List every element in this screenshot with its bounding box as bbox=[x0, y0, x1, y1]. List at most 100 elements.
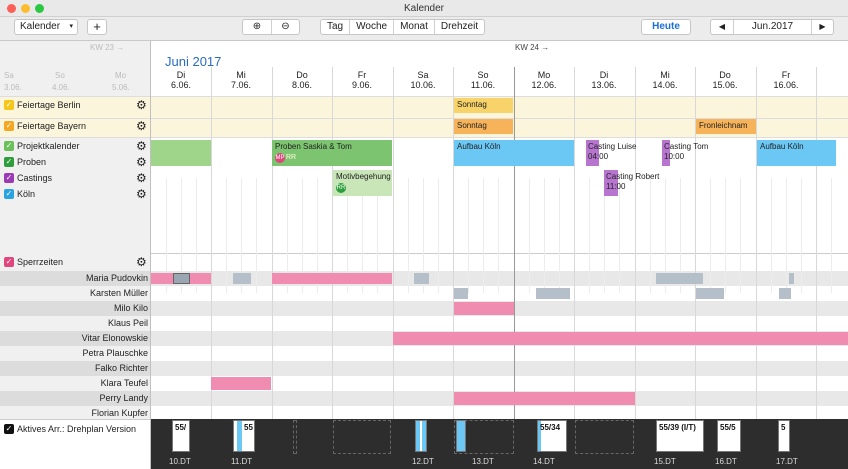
checkbox[interactable]: ✓ bbox=[4, 141, 14, 151]
blocked-time-bar[interactable] bbox=[211, 377, 271, 390]
checkbox[interactable]: ✓ bbox=[4, 189, 14, 199]
timeline-marker bbox=[293, 420, 297, 454]
calendar-label: Feiertage Berlin bbox=[17, 100, 81, 110]
gear-icon[interactable]: ⚙ bbox=[136, 118, 147, 134]
event-time: 11:00 bbox=[606, 182, 626, 191]
blocked-time-marker[interactable] bbox=[789, 273, 794, 284]
tab-month[interactable]: Monat bbox=[393, 20, 434, 34]
calendar-row-proben: ✓ Proben ⚙ bbox=[0, 154, 150, 170]
holiday-event[interactable]: Fronleichnam bbox=[696, 119, 756, 134]
blocked-time-bar[interactable] bbox=[272, 273, 392, 284]
day-header[interactable]: Mi 14.06. bbox=[635, 70, 695, 90]
rehearsal-event[interactable]: Proben Saskia & Tom MP RR bbox=[272, 140, 392, 166]
zoom-out-icon[interactable]: ⊖ bbox=[271, 20, 299, 34]
day-header[interactable]: Mi 7.06. bbox=[211, 70, 271, 90]
blocked-time-marker[interactable] bbox=[454, 288, 468, 299]
person-row[interactable]: Milo Kilo bbox=[0, 301, 150, 316]
day-header[interactable]: Do 15.06. bbox=[695, 70, 755, 90]
blocked-time-marker[interactable] bbox=[233, 273, 251, 284]
event-time: 04:00 bbox=[588, 152, 609, 161]
person-row[interactable]: Perry Landy bbox=[0, 391, 150, 406]
box-label: 55 bbox=[244, 423, 253, 432]
blocked-time-bar[interactable] bbox=[393, 332, 848, 345]
shooting-day-box[interactable]: 55/34 bbox=[537, 420, 567, 452]
tab-day[interactable]: Tag bbox=[321, 20, 349, 34]
day-of-week: So bbox=[477, 70, 489, 80]
month-title: Juni 2017 bbox=[165, 54, 222, 69]
person-row[interactable]: Klaus Peil bbox=[0, 316, 150, 331]
day-divider bbox=[635, 67, 636, 459]
next-period-button[interactable]: ▶ bbox=[811, 20, 833, 34]
blocked-time-bar[interactable] bbox=[454, 302, 514, 315]
project-event[interactable] bbox=[151, 140, 211, 166]
period-navigator: ◀ Jun.2017 ▶ bbox=[710, 19, 834, 35]
blocked-time-bar[interactable] bbox=[454, 392, 635, 405]
shooting-day-label: 16.DT bbox=[715, 457, 737, 466]
shooting-day-box[interactable]: 55/39 (I/T) bbox=[656, 420, 704, 452]
gear-icon[interactable]: ⚙ bbox=[136, 170, 147, 186]
person-row[interactable]: Maria Pudovkin bbox=[0, 271, 150, 286]
gear-icon[interactable]: ⚙ bbox=[136, 186, 147, 202]
shooting-day-label: 17.DT bbox=[776, 457, 798, 466]
blocked-time-marker[interactable] bbox=[173, 273, 190, 284]
koeln-event[interactable]: Aufbau Köln bbox=[454, 140, 574, 166]
blocked-time-marker[interactable] bbox=[779, 288, 791, 299]
checkbox[interactable]: ✓ bbox=[4, 121, 14, 131]
calendar-label: Proben bbox=[17, 157, 47, 167]
shooting-day-box[interactable] bbox=[415, 420, 427, 452]
calendar-select[interactable]: Kalender ▾ bbox=[14, 19, 78, 35]
event-title: Casting Tom bbox=[664, 142, 709, 151]
checkbox[interactable]: ✓ bbox=[4, 100, 14, 110]
day-date: 6.06. bbox=[170, 80, 192, 90]
person-row[interactable]: Falko Richter bbox=[0, 361, 150, 376]
gear-icon[interactable]: ⚙ bbox=[136, 154, 147, 170]
calendar-row-projektkalender: ✓ Projektkalender ⚙ bbox=[0, 138, 150, 154]
day-header[interactable]: Di 13.06. bbox=[574, 70, 634, 90]
blocked-time-marker[interactable] bbox=[536, 288, 570, 299]
prev-period-button[interactable]: ◀ bbox=[711, 20, 733, 34]
shooting-day-box[interactable]: 55/ bbox=[172, 420, 190, 452]
checkbox[interactable]: ✓ bbox=[4, 173, 14, 183]
gear-icon[interactable]: ⚙ bbox=[136, 97, 147, 113]
tab-week[interactable]: Woche bbox=[349, 20, 393, 34]
day-header[interactable]: Di 6.06. bbox=[151, 70, 211, 90]
shooting-day-box[interactable] bbox=[456, 420, 466, 452]
holiday-event[interactable]: Sonntag bbox=[454, 98, 513, 113]
holiday-event[interactable]: Sonntag bbox=[454, 119, 513, 134]
shooting-day-box[interactable]: 55 bbox=[233, 420, 255, 452]
tab-shooting-time[interactable]: Drehzeit bbox=[433, 20, 484, 34]
event-time: 10:00 bbox=[664, 152, 685, 161]
event-title: Proben Saskia & Tom bbox=[275, 142, 352, 151]
day-header[interactable]: So 11.06. bbox=[453, 70, 513, 90]
sidebar: KW 23 → Sa So Mo 3.06. 4.06. 5.06. ✓ Fei… bbox=[0, 41, 151, 469]
person-row[interactable]: Klara Teufel bbox=[0, 376, 150, 391]
rehearsal-event[interactable]: Motivbegehung Turm RR bbox=[333, 170, 392, 196]
koeln-event[interactable]: Aufbau Köln bbox=[757, 140, 836, 166]
blocked-time-marker[interactable] bbox=[414, 273, 429, 284]
gear-icon[interactable]: ⚙ bbox=[136, 138, 147, 154]
title-bar: Kalender bbox=[0, 0, 848, 17]
person-row[interactable]: Karsten Müller bbox=[0, 286, 150, 301]
day-header[interactable]: Sa 10.06. bbox=[393, 70, 453, 90]
day-header[interactable]: Do 8.06. bbox=[272, 70, 332, 90]
shooting-day-box[interactable]: 5 bbox=[778, 420, 790, 452]
event-title: Casting Robert bbox=[606, 172, 660, 181]
day-header[interactable]: Fr 16.06. bbox=[756, 70, 816, 90]
person-row[interactable]: Vitar Elonowskie bbox=[0, 331, 150, 346]
hour-line bbox=[559, 178, 560, 293]
gear-icon[interactable]: ⚙ bbox=[136, 254, 147, 270]
add-button[interactable]: + bbox=[87, 19, 107, 35]
checkbox[interactable]: ✓ bbox=[4, 157, 14, 167]
shooting-day-box[interactable]: 55/5 bbox=[717, 420, 741, 452]
hour-line bbox=[786, 178, 787, 293]
today-button[interactable]: Heute bbox=[641, 19, 691, 35]
zoom-in-icon[interactable]: ⊕ bbox=[243, 20, 271, 34]
person-row[interactable]: Petra Plauschke bbox=[0, 346, 150, 361]
blocked-time-marker[interactable] bbox=[656, 273, 703, 284]
day-of-week: Fr bbox=[357, 70, 367, 80]
day-header[interactable]: Fr 9.06. bbox=[332, 70, 392, 90]
blocked-time-marker[interactable] bbox=[696, 288, 724, 299]
checkbox[interactable]: ✓ bbox=[4, 257, 14, 267]
day-header[interactable]: Mo 12.06. bbox=[514, 70, 574, 90]
active-arr-checkbox[interactable]: ✓ bbox=[4, 424, 14, 434]
